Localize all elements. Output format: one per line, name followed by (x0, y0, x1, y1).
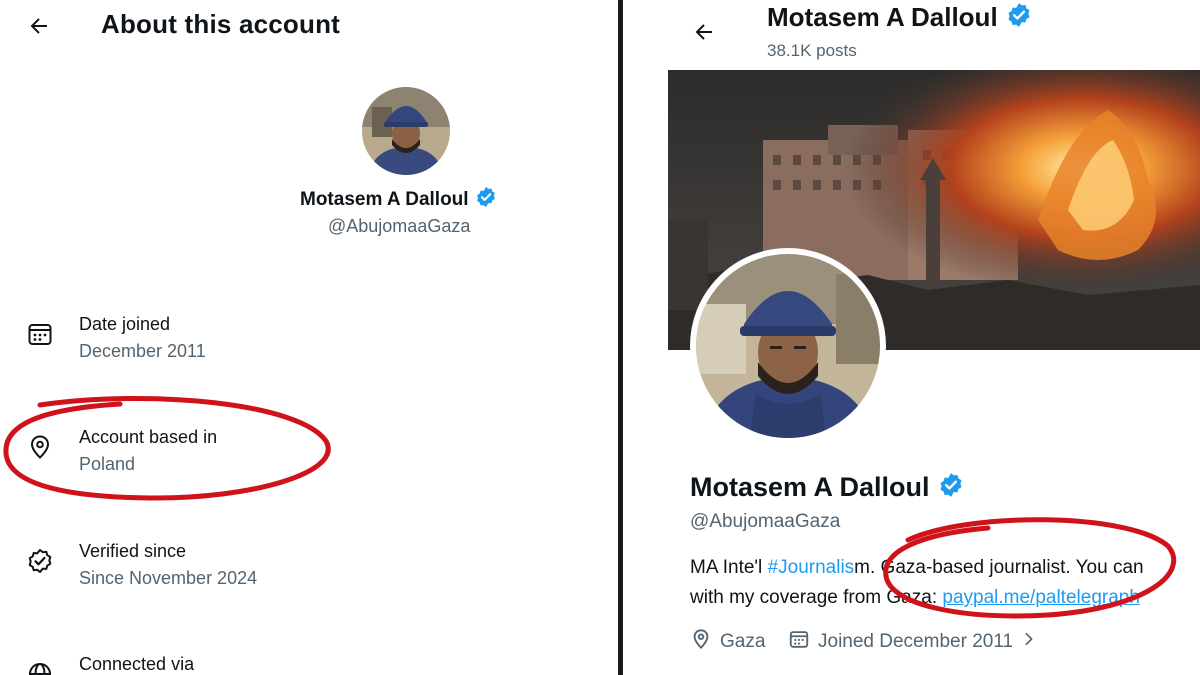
about-account-panel: About this account Motasem A Dalloul @Ab… (0, 0, 618, 675)
profile-joined-date[interactable]: Joined December 2011 (788, 628, 1037, 656)
avatar[interactable] (690, 248, 886, 444)
row-value: Since November 2024 (79, 568, 258, 588)
bio-line-1: MA Inte'l #Journalism. Gaza-based journa… (690, 557, 1144, 579)
profile-name-row: Motasem A Dalloul (690, 472, 964, 503)
page-title: About this account (101, 9, 341, 39)
profile-handle: @AbujomaaGaza (328, 216, 471, 236)
bio-text: with my coverage from (690, 587, 887, 608)
panel-divider (618, 0, 623, 675)
row-label: Date joined (79, 314, 171, 334)
bio-text-obscured: Gaza: (886, 587, 943, 608)
date-joined-row: Date joined December 2011 (26, 311, 206, 365)
location-pin-icon (690, 628, 712, 656)
calendar-icon (788, 628, 810, 656)
row-label: Connected via (79, 654, 195, 674)
account-based-in-row: Account based in Poland (26, 424, 217, 478)
bio-line-2: with my coverage from Gaza: paypal.me/pa… (690, 587, 1140, 609)
profile-name: Motasem A Dalloul (300, 188, 469, 210)
globe-icon (26, 660, 54, 675)
verified-badge-icon (938, 472, 964, 503)
header-title: Motasem A Dalloul (767, 2, 998, 32)
post-count: 38.1K posts (767, 41, 857, 60)
back-arrow-icon[interactable] (686, 14, 722, 50)
verified-check-icon (26, 547, 54, 575)
verified-badge-icon (1006, 2, 1032, 33)
row-label: Verified since (79, 541, 187, 561)
calendar-icon (26, 320, 54, 348)
row-value: Poland (79, 454, 136, 474)
bio-text: Gaza-based journalist. You can (875, 557, 1144, 578)
bio-text-obscured: m. (854, 557, 876, 578)
back-arrow-icon[interactable] (21, 8, 57, 44)
row-value: December 2011 (79, 341, 206, 361)
bio-text: MA Inte'l (690, 557, 768, 578)
location-pin-icon (26, 433, 54, 461)
verified-since-row: Verified since Since November 2024 (26, 538, 257, 592)
avatar[interactable] (362, 87, 450, 175)
profile-header: Motasem A Dalloul (767, 2, 1032, 33)
chevron-right-icon (1021, 631, 1037, 653)
profile-handle: @AbujomaaGaza (690, 511, 841, 532)
profile-name: Motasem A Dalloul (690, 472, 930, 502)
connected-via-row: Connected via (26, 651, 194, 675)
profile-name-row: Motasem A Dalloul (300, 186, 497, 213)
profile-location: Gaza (690, 628, 765, 656)
row-label: Account based in (79, 427, 218, 447)
hashtag-link[interactable]: #Journalis (768, 557, 855, 578)
location-text: Gaza (720, 631, 766, 652)
verified-badge-icon (475, 186, 497, 213)
paypal-link[interactable]: paypal.me/paltelegraph (942, 587, 1140, 608)
joined-text: Joined December 2011 (818, 631, 1014, 652)
